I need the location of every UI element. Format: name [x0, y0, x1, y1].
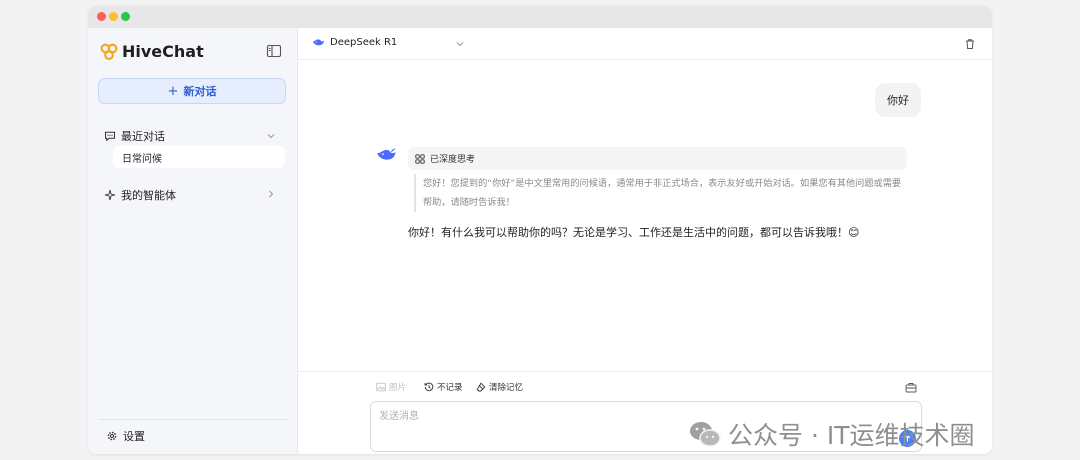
clear-memory-button[interactable]: 清除记忆 — [476, 381, 523, 393]
recent-chat-title: 日常问候 — [122, 153, 162, 165]
honeycomb-logo-icon — [100, 43, 118, 60]
sidebar: HiveChat + 新对话 最近对话 日常问候 我的智能体 设置 — [88, 28, 298, 454]
composer-toolbar: 图片 不记录 清除记忆 — [298, 371, 992, 401]
settings-label: 设置 — [123, 430, 145, 443]
wechat-logo-icon — [690, 422, 721, 447]
wechat-watermark: 公众号 · IT运维技术圈 — [688, 416, 975, 452]
thinking-content: 您好！您提到的“你好”是中文里常用的问候语，通常用于非正式场合，表示友好或开始对… — [414, 174, 910, 212]
my-agents-section[interactable]: 我的智能体 — [104, 187, 176, 203]
trash-icon[interactable] — [964, 38, 976, 50]
image-icon — [376, 382, 386, 392]
thinking-label: 已深度思考 — [430, 155, 476, 165]
image-upload-button[interactable]: 图片 — [376, 381, 406, 393]
gear-icon — [107, 431, 117, 441]
settings-button[interactable]: 设置 — [106, 428, 145, 444]
chevron-down-icon[interactable] — [266, 131, 276, 141]
image-label: 图片 — [389, 383, 407, 393]
assistant-message: 你好！有什么我可以帮助你的吗？无论是学习、工作还是生活中的问题，都可以告诉我哦！… — [408, 226, 860, 239]
thinking-toggle[interactable]: 已深度思考 — [408, 147, 907, 170]
close-window-button[interactable] — [97, 12, 106, 21]
chat-main: DeepSeek R1 你好 已深度思考 您好！您提到的“你好”是中文里常用的问… — [298, 28, 992, 454]
maximize-window-button[interactable] — [121, 12, 130, 21]
recent-chats-label: 最近对话 — [121, 130, 165, 143]
minimize-window-button[interactable] — [109, 12, 118, 21]
app-window: HiveChat + 新对话 最近对话 日常问候 我的智能体 设置 DeepSe… — [88, 6, 992, 454]
new-chat-button[interactable]: + 新对话 — [98, 78, 286, 104]
user-message-text: 你好 — [887, 94, 909, 107]
no-record-button[interactable]: 不记录 — [424, 381, 463, 393]
new-chat-label: 新对话 — [183, 85, 217, 98]
watermark-text: 公众号 · IT运维技术圈 — [728, 421, 975, 450]
chat-bubble-icon — [105, 131, 115, 142]
recent-chat-item[interactable]: 日常问候 — [113, 146, 285, 168]
toolbox-icon[interactable] — [905, 382, 917, 393]
chevron-right-icon[interactable] — [266, 189, 276, 199]
sidebar-divider — [98, 419, 288, 420]
plus-icon: + — [167, 83, 179, 99]
model-selector[interactable]: DeepSeek R1 — [312, 37, 397, 48]
recent-chats-section[interactable]: 最近对话 — [104, 128, 165, 144]
thinking-icon — [415, 153, 425, 164]
model-name: DeepSeek R1 — [330, 37, 398, 48]
clear-memory-label: 清除记忆 — [489, 383, 524, 393]
history-icon — [424, 382, 434, 392]
no-record-label: 不记录 — [437, 383, 463, 393]
app-name: HiveChat — [122, 42, 204, 61]
chat-header: DeepSeek R1 — [298, 28, 992, 60]
brand: HiveChat — [100, 42, 204, 61]
chevron-down-icon[interactable] — [455, 39, 465, 49]
sparkle-icon — [104, 189, 116, 201]
whale-icon — [313, 39, 324, 46]
whale-icon — [377, 148, 396, 160]
title-bar — [88, 6, 992, 28]
eraser-icon — [476, 382, 486, 392]
user-message: 你好 — [875, 83, 921, 117]
sidebar-toggle-icon[interactable] — [266, 43, 282, 59]
my-agents-label: 我的智能体 — [121, 189, 176, 202]
